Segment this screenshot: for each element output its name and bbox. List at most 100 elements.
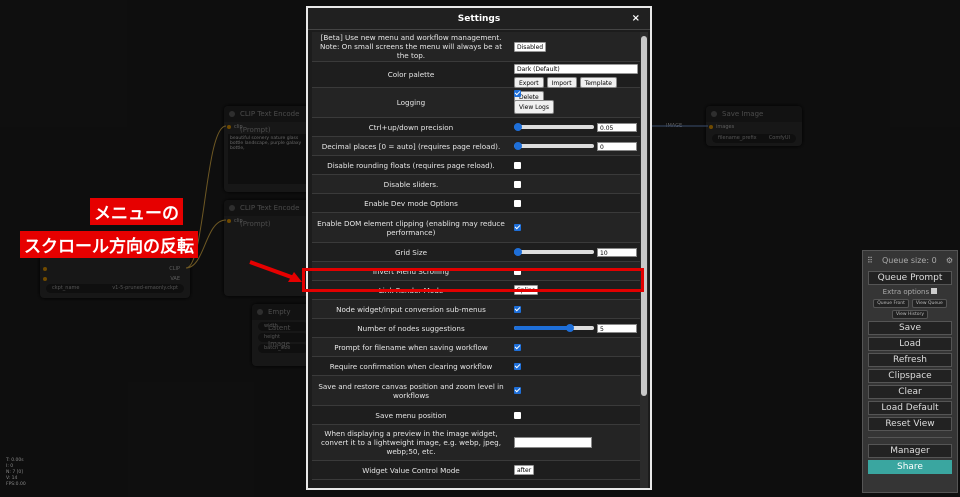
queue-front-button[interactable]: Queue Front xyxy=(873,299,909,308)
setting-row: Color palette Dark (Default) Export Import T… xyxy=(312,62,642,102)
setting-number-input[interactable]: 0.05 xyxy=(597,122,637,132)
setting-checkbox[interactable] xyxy=(514,199,521,207)
setting-row: [Beta] Use new menu and workflow managem… xyxy=(312,32,642,62)
setting-control xyxy=(510,175,642,193)
settings-list: [Beta] Use new menu and workflow managem… xyxy=(312,32,642,480)
setting-control xyxy=(510,213,642,242)
setting-number-input[interactable]: 10 xyxy=(597,247,637,257)
setting-label: Enable DOM element clipping (enabling ma… xyxy=(317,218,505,237)
scrollbar-thumb[interactable] xyxy=(641,36,647,396)
view-history-button[interactable]: View History xyxy=(891,310,929,319)
setting-row: Logging View Logs xyxy=(312,88,642,118)
setting-control: 0.05 xyxy=(510,118,642,136)
annotation-line-1: メニューの xyxy=(90,198,183,225)
setting-label: Require confirmation when clearing workf… xyxy=(329,361,493,371)
view-queue-button[interactable]: View Queue xyxy=(911,299,947,308)
setting-control xyxy=(510,376,642,405)
setting-row: When displaying a preview in the image w… xyxy=(312,425,642,461)
setting-checkbox[interactable] xyxy=(514,161,521,169)
setting-row: Decimal places [0 = auto] (requires page… xyxy=(312,137,642,156)
queue-prompt-button[interactable]: Queue Prompt xyxy=(868,271,952,285)
annotation-line-2: スクロール方向の反転 xyxy=(20,231,198,258)
dialog-title: Settings xyxy=(457,14,501,24)
setting-control: View Logs xyxy=(510,88,642,117)
color-palette-select[interactable]: Dark (Default) xyxy=(514,64,638,74)
setting-control xyxy=(510,357,642,375)
setting-row: Disable rounding floats (requires page r… xyxy=(312,156,642,175)
setting-control xyxy=(510,156,642,174)
extra-options-label: Extra options xyxy=(882,288,930,296)
setting-slider[interactable] xyxy=(514,123,594,131)
palette-export-button[interactable]: Export xyxy=(514,77,544,88)
setting-checkbox[interactable] xyxy=(514,362,521,370)
setting-label: Number of nodes suggestions xyxy=(357,323,465,333)
setting-checkbox[interactable] xyxy=(514,343,521,351)
clipspace-button[interactable]: Clipspace xyxy=(868,369,952,383)
setting-checkbox[interactable] xyxy=(514,224,521,231)
reset-view-button[interactable]: Reset View xyxy=(868,417,952,431)
setting-label: When displaying a preview in the image w… xyxy=(321,429,501,456)
refresh-button[interactable]: Refresh xyxy=(868,353,952,367)
share-button[interactable]: Share xyxy=(868,460,952,474)
setting-row: Disable sliders. xyxy=(312,175,642,194)
setting-label: Widget Value Control Mode xyxy=(362,465,460,475)
load-default-button[interactable]: Load Default xyxy=(868,401,952,415)
setting-checkbox[interactable] xyxy=(514,387,521,394)
setting-slider[interactable] xyxy=(514,248,594,256)
setting-number-input[interactable]: 5 xyxy=(597,323,637,333)
load-button[interactable]: Load xyxy=(868,337,952,351)
setting-slider[interactable] xyxy=(514,142,594,150)
setting-slider[interactable] xyxy=(514,324,594,332)
setting-control xyxy=(510,194,642,212)
setting-select[interactable]: Disabled xyxy=(514,41,547,52)
extra-options[interactable]: Extra options xyxy=(863,288,957,296)
setting-checkbox[interactable] xyxy=(514,305,521,313)
settings-dialog: Settings × [Beta] Use new menu and workf… xyxy=(306,6,652,490)
setting-label: Logging xyxy=(396,98,426,107)
close-icon[interactable]: × xyxy=(632,8,640,30)
setting-control xyxy=(510,338,642,356)
setting-control xyxy=(510,406,642,424)
setting-label: Color palette xyxy=(387,70,435,79)
scrollbar[interactable] xyxy=(640,32,648,488)
view-logs-button[interactable]: View Logs xyxy=(514,100,554,114)
setting-number-input[interactable]: 0 xyxy=(597,141,637,151)
arrow-icon xyxy=(249,260,302,282)
annotation-callout: メニューの スクロール方向の反転 xyxy=(20,198,198,258)
setting-label: Grid Size xyxy=(394,247,428,257)
setting-control: 10 xyxy=(510,243,642,261)
clear-button[interactable]: Clear xyxy=(868,385,952,399)
queue-small-buttons: Queue Front View Queue xyxy=(863,299,957,308)
queue-header: ⠿ Queue size: 0 ⚙ xyxy=(863,251,957,269)
setting-row: Enable DOM element clipping (enabling ma… xyxy=(312,213,642,243)
extra-options-checkbox[interactable] xyxy=(931,288,938,294)
perf-stats: T: 0.00s I: 0 N: 7 [0] V: 14 FPS:0.00 xyxy=(6,458,26,488)
setting-row: Save menu position xyxy=(312,406,642,425)
setting-row: Ctrl+up/down precision 0.05 xyxy=(312,118,642,137)
drag-handle-icon[interactable]: ⠿ xyxy=(867,256,873,265)
setting-control: 5 xyxy=(510,319,642,337)
manager-button[interactable]: Manager xyxy=(868,444,952,458)
setting-row: Require confirmation when clearing workf… xyxy=(312,357,642,376)
setting-checkbox[interactable] xyxy=(514,90,521,97)
setting-select[interactable]: after xyxy=(514,465,535,475)
setting-row: Widget Value Control Mode after xyxy=(312,461,642,480)
setting-label: Save menu position xyxy=(375,410,447,420)
setting-row: Prompt for filename when saving workflow xyxy=(312,338,642,357)
setting-text-input[interactable] xyxy=(514,437,592,448)
setting-control: 0 xyxy=(510,137,642,155)
setting-label: Disable rounding floats (requires page r… xyxy=(327,160,495,170)
setting-label: Ctrl+up/down precision xyxy=(368,122,454,132)
setting-control: Disabled xyxy=(510,32,642,61)
setting-label: Enable Dev mode Options xyxy=(364,198,458,208)
gear-icon[interactable]: ⚙ xyxy=(946,256,953,265)
setting-label: [Beta] Use new menu and workflow managem… xyxy=(319,33,503,60)
save-button[interactable]: Save xyxy=(868,321,952,335)
queue-size: Queue size: 0 xyxy=(882,255,937,265)
palette-template-button[interactable]: Template xyxy=(579,77,617,88)
setting-row: Node widget/input conversion sub-menus xyxy=(312,300,642,319)
palette-import-button[interactable]: Import xyxy=(546,77,577,88)
setting-row: Save and restore canvas position and zoo… xyxy=(312,376,642,406)
setting-checkbox[interactable] xyxy=(514,180,521,188)
setting-checkbox[interactable] xyxy=(514,411,521,419)
